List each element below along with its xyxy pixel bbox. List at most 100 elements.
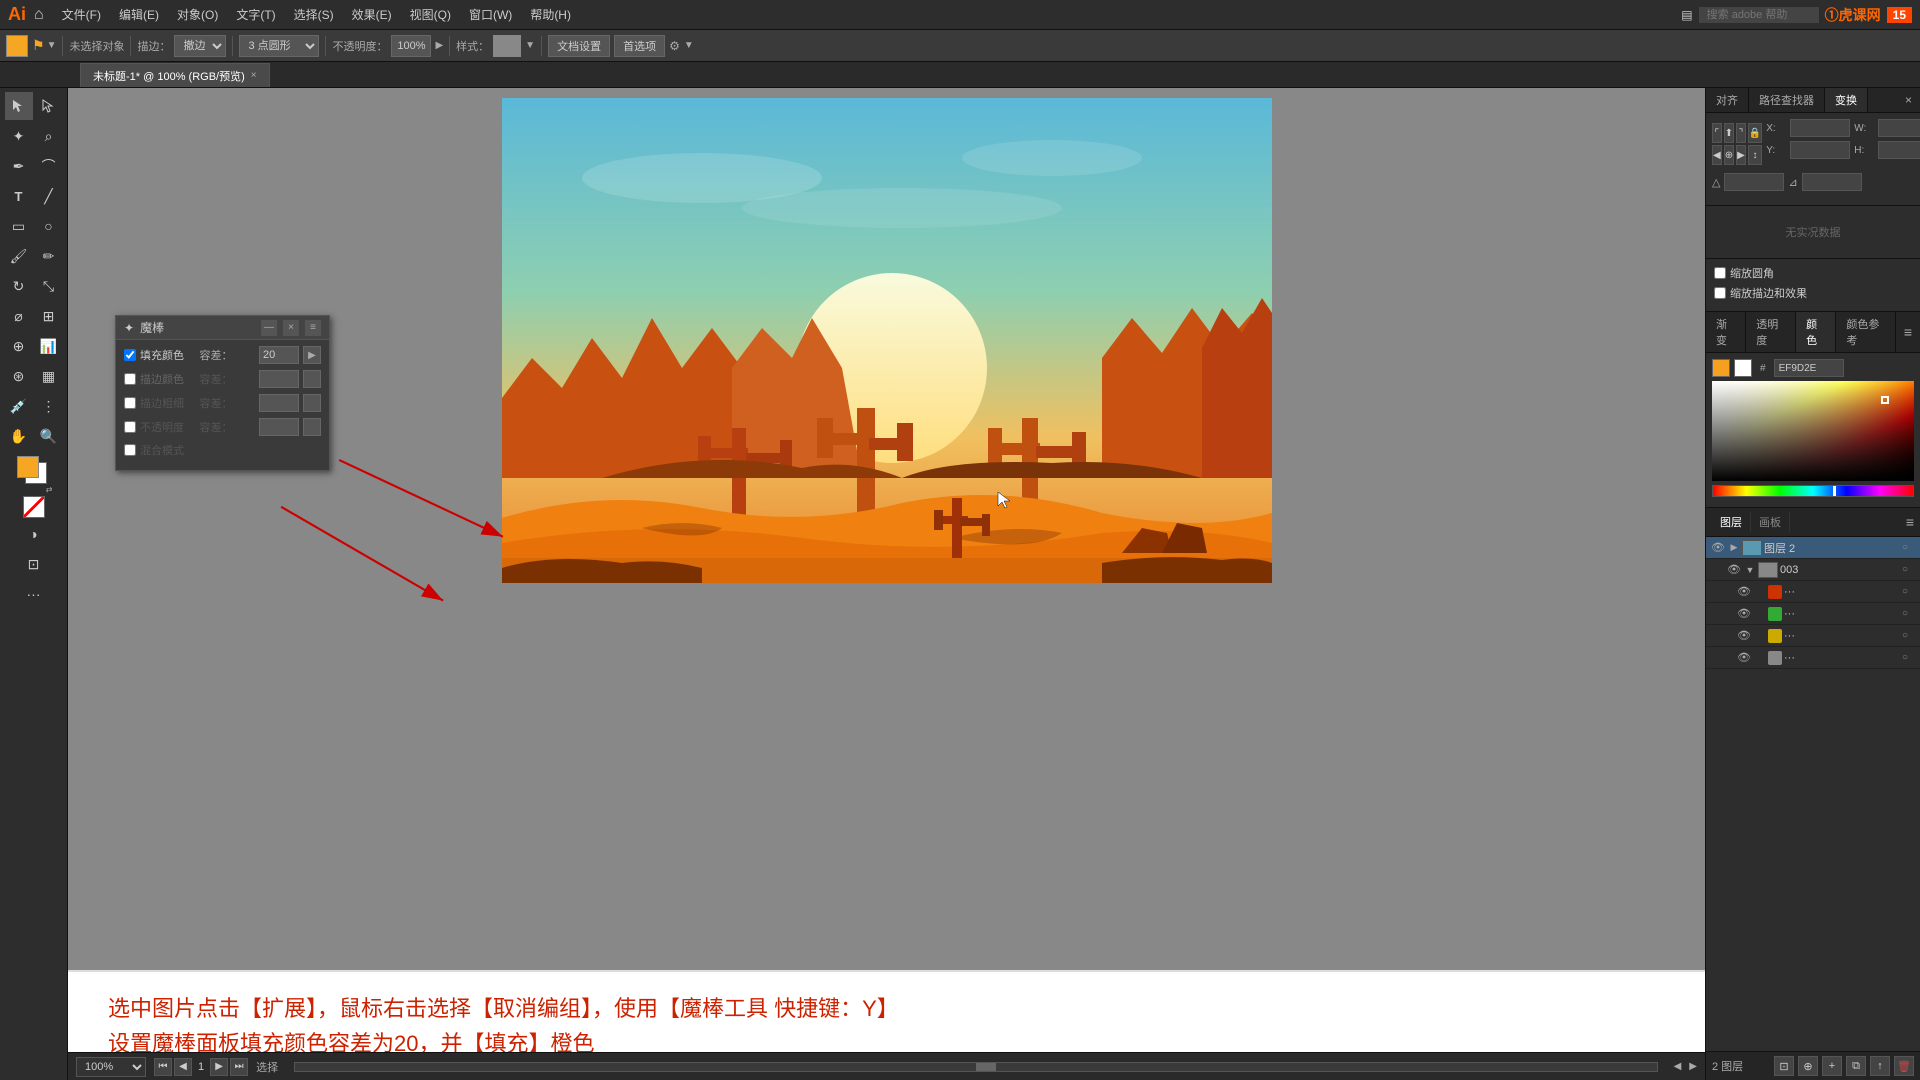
menu-file[interactable]: 文件(F) — [54, 4, 109, 25]
sub-layer-003-eye[interactable]: 👁 — [1726, 562, 1742, 578]
scale-corners-checkbox[interactable] — [1714, 267, 1726, 279]
layers-tab[interactable]: 图层 — [1712, 512, 1751, 532]
make-clip-mask-btn[interactable]: ⊡ — [1774, 1056, 1794, 1076]
secondary-color-swatch[interactable] — [1734, 359, 1752, 377]
fill-tolerance-input[interactable] — [259, 346, 299, 364]
layer-2-item[interactable]: 👁 ▶ 图层 2 ○ — [1706, 537, 1920, 559]
align-btn[interactable]: ↕ — [1748, 145, 1762, 165]
tab-transform[interactable]: 变换 — [1825, 88, 1868, 112]
sub-layer-green-lock[interactable]: ○ — [1902, 608, 1916, 619]
tab-align[interactable]: 对齐 — [1706, 88, 1749, 112]
opacity-input[interactable] — [391, 35, 431, 57]
chart-tool[interactable]: 📊 — [35, 332, 63, 360]
move-to-new-layer-btn[interactable]: ↑ — [1870, 1056, 1890, 1076]
sub-layer-gray[interactable]: 👁 ··· ○ — [1706, 647, 1920, 669]
align-ml[interactable]: ◀ — [1712, 145, 1722, 165]
constrain-icon[interactable]: 🔒 — [1748, 123, 1762, 143]
opacity-expand[interactable]: ▶ — [303, 418, 321, 436]
shear-input[interactable] — [1802, 173, 1862, 191]
gradient-tab[interactable]: 渐变 — [1706, 312, 1746, 352]
color-mode-btn[interactable]: ◑ — [20, 520, 48, 548]
style-dropdown-icon[interactable]: ▼ — [525, 40, 535, 51]
eyedropper-tool[interactable]: 💉 — [5, 392, 33, 420]
none-color-swatch[interactable] — [23, 496, 45, 518]
sub-layer-red-eye[interactable]: 👁 — [1736, 584, 1752, 600]
sub-layer-green-eye[interactable]: 👁 — [1736, 606, 1752, 622]
tab-pathfinder[interactable]: 路径查找器 — [1749, 88, 1825, 112]
preferences-icon[interactable]: ⚙ — [669, 39, 680, 53]
fill-color-checkbox[interactable] — [124, 349, 136, 361]
search-input[interactable] — [1699, 7, 1819, 23]
sub-layer-003-expand[interactable]: ▼ — [1744, 562, 1756, 578]
artboard-tool[interactable]: ⊡ — [20, 550, 48, 578]
color-tab[interactable]: 颜色 — [1796, 312, 1836, 352]
menu-select[interactable]: 选择(S) — [286, 4, 342, 25]
opacity-expand-icon[interactable]: ▶ — [435, 40, 443, 51]
sub-layer-003[interactable]: 👁 ▼ 003 ○ — [1706, 559, 1920, 581]
document-tab[interactable]: 未标题-1* @ 100% (RGB/预览) × — [80, 63, 270, 87]
artwork-canvas[interactable] — [502, 98, 1272, 583]
align-tr[interactable]: ⌝ — [1736, 123, 1746, 143]
transparency-tab[interactable]: 透明度 — [1746, 312, 1796, 352]
primary-color-swatch[interactable] — [1712, 359, 1730, 377]
point-type-select[interactable]: 3 点圆形 — [239, 35, 319, 57]
y-input[interactable] — [1790, 141, 1850, 159]
align-tc[interactable]: ⬆ — [1724, 123, 1734, 143]
angle-input[interactable] — [1724, 173, 1784, 191]
align-tl[interactable]: ⌜ — [1712, 123, 1722, 143]
sub-layer-gray-eye[interactable]: 👁 — [1736, 650, 1752, 666]
preferences-dropdown[interactable]: ▼ — [684, 40, 694, 51]
opacity-input-mw[interactable] — [259, 418, 299, 436]
next-page-btn[interactable]: ▶ — [210, 1058, 228, 1076]
line-tool[interactable]: ╱ — [35, 182, 63, 210]
new-sublayer-btn[interactable]: ⊕ — [1798, 1056, 1818, 1076]
pen-tool[interactable]: ✒ — [5, 152, 33, 180]
symbol-tool[interactable]: ⊛ — [5, 362, 33, 390]
scale-tool[interactable]: ⤡ — [35, 272, 63, 300]
rotate-tool[interactable]: ↻ — [5, 272, 33, 300]
color-panel-menu[interactable]: ≡ — [1896, 320, 1920, 344]
sub-layer-yellow-lock[interactable]: ○ — [1902, 630, 1916, 641]
horizontal-scrollbar[interactable] — [294, 1062, 1657, 1072]
menu-type[interactable]: 文字(T) — [228, 4, 283, 25]
layer-2-lock[interactable]: ○ — [1902, 542, 1916, 553]
blend-mode-checkbox[interactable] — [124, 444, 136, 456]
ellipse-tool[interactable]: ○ — [35, 212, 63, 240]
mw-close-btn[interactable]: × — [283, 320, 299, 336]
duplicate-btn[interactable]: ⧉ — [1846, 1056, 1866, 1076]
mw-minimize-btn[interactable]: — — [261, 320, 277, 336]
scroll-right-btn[interactable]: ▶ — [1689, 1061, 1697, 1072]
new-layer-btn[interactable]: + — [1822, 1056, 1842, 1076]
fill-color-swatch[interactable] — [6, 35, 28, 57]
fill-tolerance-expand[interactable]: ▶ — [303, 346, 321, 364]
layer-2-eye[interactable]: 👁 — [1710, 540, 1726, 556]
color-guide-tab[interactable]: 颜色参考 — [1836, 312, 1895, 352]
align-mr[interactable]: ▶ — [1736, 145, 1746, 165]
stroke-dropdown-icon[interactable]: ▼ — [47, 40, 57, 51]
x-input[interactable] — [1790, 119, 1850, 137]
more-tools-btn[interactable]: ··· — [20, 580, 48, 608]
prev-page-btn[interactable]: ◀ — [174, 1058, 192, 1076]
stroke-width-input[interactable] — [259, 394, 299, 412]
scale-stroke-checkbox[interactable] — [1714, 287, 1726, 299]
sub-layer-yellow-eye[interactable]: 👁 — [1736, 628, 1752, 644]
tab-close-btn[interactable]: × — [251, 70, 257, 81]
direct-select-tool[interactable] — [35, 92, 63, 120]
hex-color-input[interactable]: EF9D2E — [1774, 359, 1844, 377]
style-swatch[interactable] — [493, 35, 521, 57]
stroke-color-checkbox[interactable] — [124, 373, 136, 385]
color-picker-gradient[interactable] — [1712, 381, 1914, 481]
swap-colors-icon[interactable]: ⇄ — [46, 485, 53, 494]
blend-tool[interactable]: ⋮ — [35, 392, 63, 420]
hand-tool[interactable]: ✋ — [5, 422, 33, 450]
sub-layer-003-lock[interactable]: ○ — [1902, 564, 1916, 575]
fg-color-swatch[interactable] — [17, 456, 39, 478]
type-tool[interactable]: T — [5, 182, 33, 210]
first-option-btn[interactable]: 首选项 — [614, 35, 665, 57]
zoom-select[interactable]: 100% 50% 200% — [76, 1057, 146, 1077]
menu-edit[interactable]: 编辑(E) — [111, 4, 167, 25]
stroke-tolerance-expand[interactable]: ▶ — [303, 370, 321, 388]
layer-2-expand[interactable]: ▶ — [1728, 540, 1740, 556]
home-icon[interactable]: ⌂ — [34, 6, 44, 24]
opacity-checkbox[interactable] — [124, 421, 136, 433]
